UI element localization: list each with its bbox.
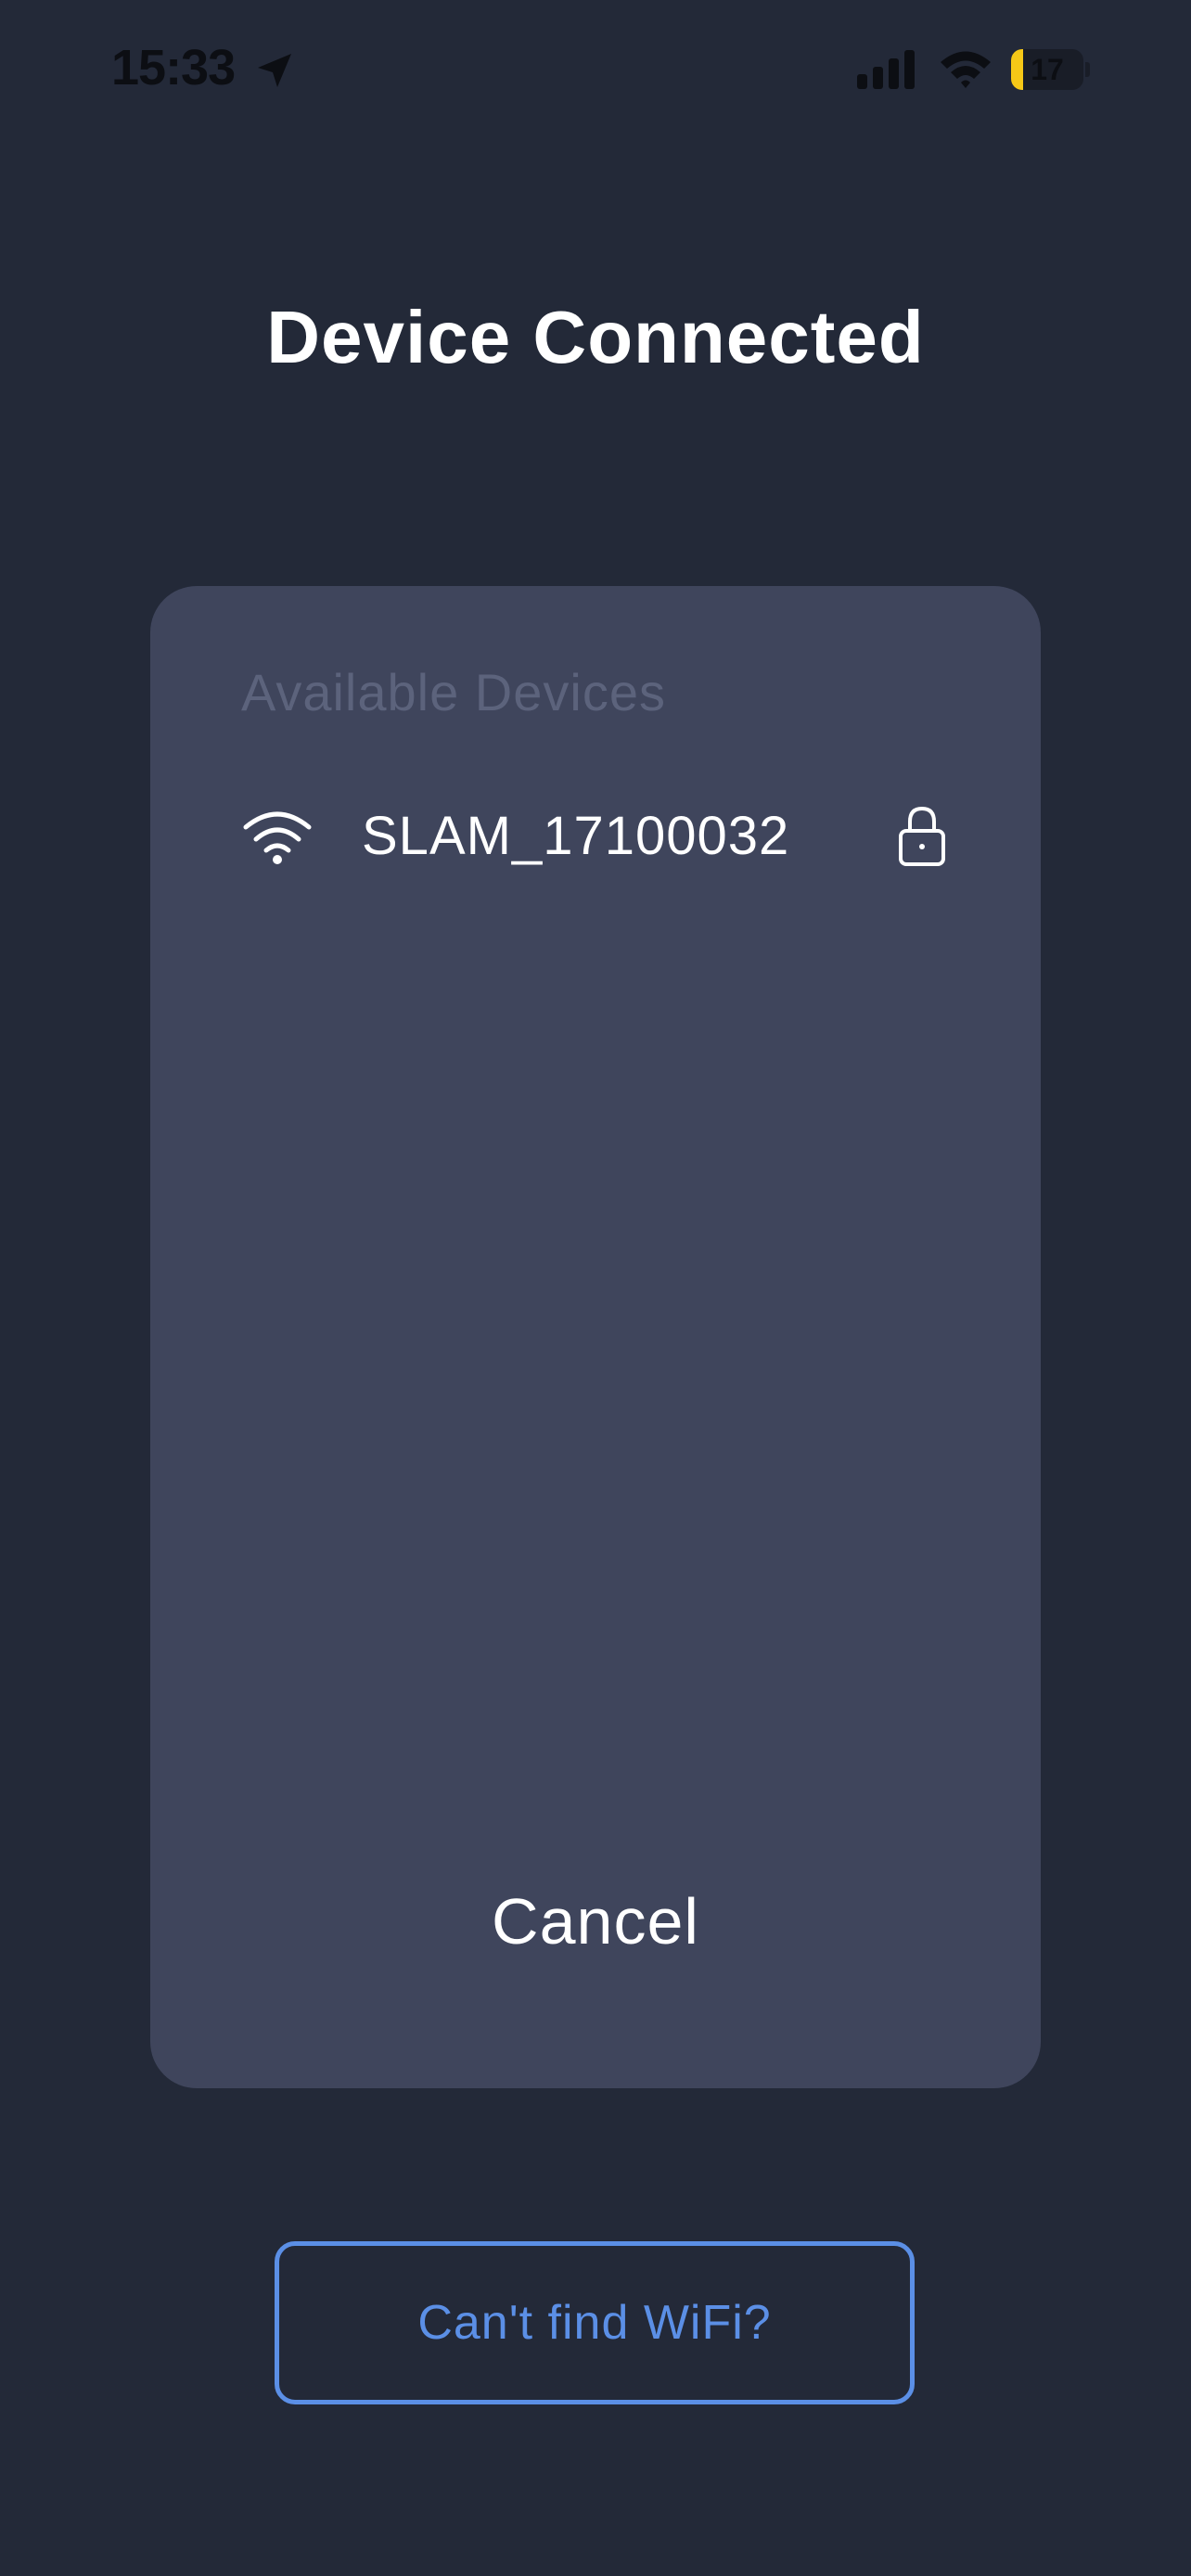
cellular-signal-icon (857, 50, 915, 89)
available-devices-panel: Available Devices SLAM_17100032 Cancel (150, 586, 1041, 2088)
panel-heading: Available Devices (241, 663, 666, 721)
cant-find-wifi-button[interactable]: Can't find WiFi? (275, 2241, 915, 2404)
device-name: SLAM_17100032 (362, 806, 790, 866)
location-arrow-icon (258, 54, 291, 87)
status-bar: 15:33 17 (0, 0, 1191, 139)
lock-icon (899, 806, 945, 866)
cancel-button[interactable]: Cancel (150, 1884, 1041, 1958)
battery-percent: 17 (1031, 53, 1064, 86)
wifi-icon (243, 811, 312, 864)
page-title: Device Connected (266, 296, 925, 378)
battery-icon: 17 (1011, 49, 1091, 90)
status-time: 15:33 (111, 40, 236, 96)
wifi-icon (941, 51, 991, 88)
device-list-item[interactable]: SLAM_17100032 (241, 801, 950, 875)
